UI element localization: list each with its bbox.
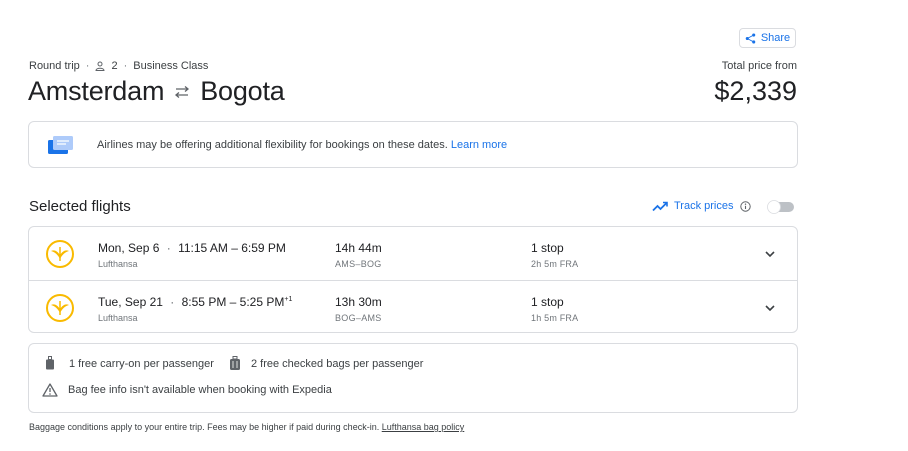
checked-bag-text: 2 free checked bags per passenger [251, 357, 424, 370]
flight-row-return[interactable]: Tue, Sep 21 · 8:55 PM – 5:25 PM+1 Luftha… [29, 280, 797, 334]
flight-date: Mon, Sep 6 [98, 241, 160, 255]
round-trip-arrows-icon [175, 85, 190, 98]
flight-times: 11:15 AM – 6:59 PM [178, 241, 286, 255]
share-label: Share [760, 32, 791, 44]
separator-dot: · [170, 295, 175, 309]
separator-dot: · [166, 241, 171, 255]
notice-text: Airlines may be offering additional flex… [97, 138, 448, 151]
flight-date-time: Tue, Sep 21 · 8:55 PM – 5:25 PM+1 [98, 295, 292, 309]
baggage-info: 1 free carry-on per passenger 2 free che… [28, 343, 798, 413]
day-offset: +1 [284, 296, 293, 303]
bag-fee-warning-text: Bag fee info isn't available when bookin… [68, 384, 332, 396]
flight-duration: 13h 30m [335, 295, 382, 309]
destination-city: Bogota [200, 76, 285, 106]
flight-route: AMS–BOG [335, 259, 382, 269]
learn-more-link[interactable]: Learn more [451, 139, 507, 151]
route-title: Amsterdam Bogota [28, 76, 285, 107]
person-icon [95, 61, 105, 71]
total-price: $2,339 [714, 76, 797, 106]
info-icon [739, 200, 751, 212]
share-icon [745, 32, 756, 44]
chevron-down-icon[interactable] [762, 247, 778, 261]
checked-bag-info: 2 free checked bags per passenger [229, 356, 423, 371]
checked-bag-icon [230, 356, 240, 370]
separator-dot: · [85, 60, 90, 72]
flight-layover: 1h 5m FRA [531, 313, 579, 323]
bag-policy-link[interactable]: Lufthansa bag policy [382, 422, 465, 432]
carry-on-bag-icon [46, 356, 54, 370]
flight-airline: Lufthansa [98, 313, 138, 323]
separator-dot: · [123, 60, 128, 72]
flight-times: 8:55 PM – 5:25 PM [181, 295, 285, 309]
flexibility-notice: Airlines may be offering additional flex… [28, 121, 798, 168]
flight-route: BOG–AMS [335, 313, 382, 323]
track-prices-label: Track prices [674, 200, 734, 212]
trip-type: Round trip [29, 60, 80, 72]
flight-date-time: Mon, Sep 6 · 11:15 AM – 6:59 PM [98, 241, 286, 255]
cabin-class: Business Class [133, 60, 209, 72]
flight-row-outbound[interactable]: Mon, Sep 6 · 11:15 AM – 6:59 PM Lufthans… [29, 227, 797, 280]
trending-icon [652, 201, 668, 211]
origin-city: Amsterdam [28, 76, 165, 106]
passenger-count: 2 [111, 60, 118, 72]
track-prices[interactable]: Track prices [652, 200, 751, 212]
ticket-icon [48, 135, 73, 154]
carry-on-info: 1 free carry-on per passenger [45, 356, 214, 371]
carry-on-text: 1 free carry-on per passenger [69, 357, 214, 370]
share-button[interactable]: Share [739, 28, 796, 48]
chevron-down-icon[interactable] [762, 301, 778, 315]
flight-airline: Lufthansa [98, 259, 138, 269]
total-price-label: Total price from [721, 60, 797, 72]
flight-stops: 1 stop [531, 241, 564, 255]
track-prices-toggle[interactable] [767, 200, 795, 214]
bag-fee-warning: Bag fee info isn't available when bookin… [42, 383, 332, 397]
warning-icon [42, 383, 58, 397]
flight-layover: 2h 5m FRA [531, 259, 579, 269]
flight-date: Tue, Sep 21 [98, 295, 163, 309]
trip-meta: Round trip · 2 · Business Class [29, 60, 208, 72]
footer-text: Baggage conditions apply to your entire … [29, 422, 380, 432]
baggage-footer: Baggage conditions apply to your entire … [29, 422, 464, 432]
flight-stops: 1 stop [531, 295, 564, 309]
lufthansa-logo-icon [46, 240, 74, 268]
selected-flights-list: Mon, Sep 6 · 11:15 AM – 6:59 PM Lufthans… [28, 226, 798, 333]
flight-duration: 14h 44m [335, 241, 382, 255]
lufthansa-logo-icon [46, 294, 74, 322]
selected-flights-title: Selected flights [29, 198, 131, 215]
